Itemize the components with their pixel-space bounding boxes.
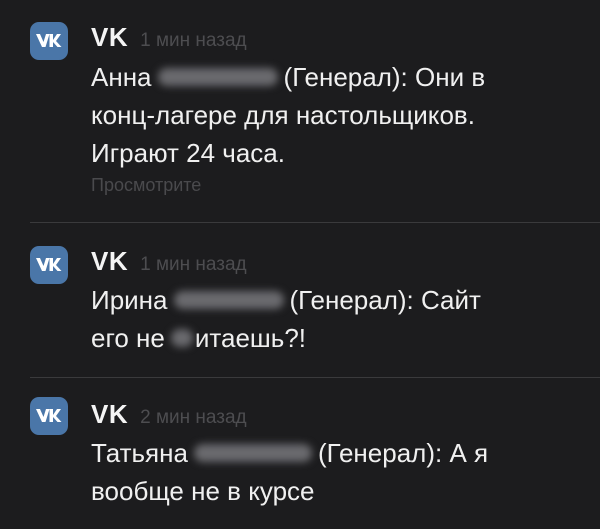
view-action[interactable]: Просмотрите bbox=[91, 175, 201, 196]
timestamp: 1 мин назад bbox=[140, 254, 247, 275]
message-text: итаешь?! bbox=[194, 323, 307, 353]
message-line: конц-лагере для настольщиков. bbox=[91, 100, 475, 130]
app-name: VK bbox=[91, 22, 129, 52]
message-line: его не итаешь?! bbox=[91, 319, 578, 357]
vk-logo-icon bbox=[30, 246, 68, 284]
notification-header: VK 1 мин назад bbox=[91, 22, 247, 53]
blurred-surname bbox=[157, 68, 278, 87]
sender-first-name: Анна bbox=[91, 62, 152, 92]
message-text: (Генерал): А я bbox=[317, 438, 489, 468]
message-line: вообще не в курсе bbox=[91, 476, 315, 506]
message-text: его не bbox=[91, 323, 165, 353]
message-line: Ирина (Генерал): Сайт bbox=[91, 281, 578, 319]
timestamp: 1 мин назад bbox=[140, 30, 247, 51]
blurred-surname bbox=[173, 291, 284, 310]
message-text: (Генерал): Они в bbox=[283, 62, 486, 92]
notification-message: Татьяна (Генерал): А я вообще не в курсе bbox=[91, 434, 578, 510]
notification-card[interactable]: VK 1 мин назад Ирина (Генерал): Сайт его … bbox=[0, 223, 600, 378]
sender-first-name: Татьяна bbox=[91, 438, 188, 468]
message-line: Анна (Генерал): Они в bbox=[91, 58, 578, 96]
app-name: VK bbox=[91, 246, 129, 276]
sender-first-name: Ирина bbox=[91, 285, 168, 315]
notification-message: Ирина (Генерал): Сайт его не итаешь?! bbox=[91, 281, 578, 357]
notification-center: VK 1 мин назад Анна (Генерал): Они в конц… bbox=[0, 0, 600, 529]
notification-header: VK 1 мин назад bbox=[91, 246, 247, 277]
blurred-surname bbox=[193, 444, 312, 463]
message-line: Татьяна (Генерал): А я bbox=[91, 434, 578, 472]
app-name: VK bbox=[91, 399, 129, 429]
notification-message: Анна (Генерал): Они в конц-лагере для нас… bbox=[91, 58, 578, 172]
blurred-fragment bbox=[170, 329, 193, 348]
vk-logo-icon bbox=[30, 22, 68, 60]
timestamp: 2 мин назад bbox=[140, 407, 247, 428]
vk-logo-icon bbox=[30, 397, 68, 435]
notification-header: VK 2 мин назад bbox=[91, 399, 247, 430]
notification-card[interactable]: VK 2 мин назад Татьяна (Генерал): А я воо… bbox=[0, 378, 600, 529]
message-text: (Генерал): Сайт bbox=[289, 285, 481, 315]
notification-card[interactable]: VK 1 мин назад Анна (Генерал): Они в конц… bbox=[0, 0, 600, 223]
message-line: Играют 24 часа. bbox=[91, 138, 285, 168]
